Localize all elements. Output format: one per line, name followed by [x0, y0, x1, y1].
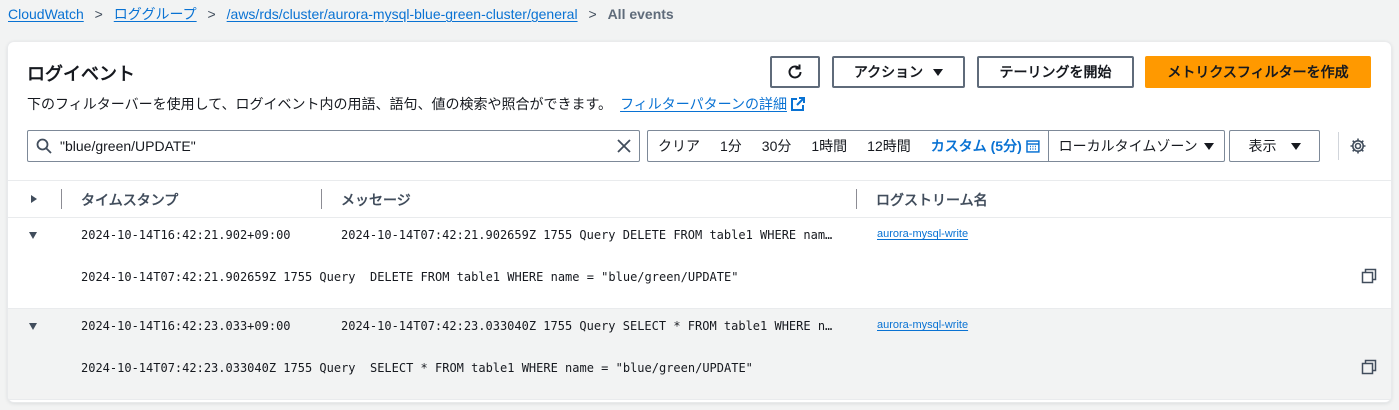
row-detail-message: 2024-10-14T07:42:21.902659Z 1755 Query D…	[81, 270, 739, 284]
search-value: "blue/green/UPDATE"	[60, 138, 196, 154]
caret-down-icon	[933, 68, 944, 76]
close-icon[interactable]	[615, 137, 633, 155]
tailing-label: テーリングを開始	[999, 64, 1112, 80]
divider	[1338, 132, 1339, 160]
actions-label: アクション	[853, 64, 924, 80]
create-filter-label: メトリクスフィルターを作成	[1167, 64, 1349, 80]
breadcrumb-log-groups[interactable]: ロググループ	[114, 4, 197, 24]
breadcrumb: CloudWatch > ロググループ > /aws/rds/cluster/a…	[8, 4, 674, 24]
start-tailing-button[interactable]: テーリングを開始	[977, 56, 1134, 88]
collapse-icon[interactable]	[29, 232, 37, 239]
row-timestamp: 2024-10-14T16:42:23.033+09:00	[81, 319, 291, 333]
column-header-log-stream[interactable]: ログストリーム名	[876, 190, 988, 210]
table-row[interactable]: 2024-10-14T16:42:21.902+09:00 2024-10-14…	[8, 218, 1391, 309]
gear-icon[interactable]	[1349, 137, 1367, 155]
time-clear[interactable]: クリア	[648, 136, 710, 156]
copy-icon[interactable]	[1361, 268, 1377, 284]
calendar-icon[interactable]	[1025, 139, 1040, 153]
time-range-selector: クリア 1分 30分 1時間 12時間 カスタム (5分) ローカルタイムゾーン	[647, 130, 1225, 162]
time-option-1h[interactable]: 1時間	[801, 136, 857, 156]
breadcrumb-log-group[interactable]: /aws/rds/cluster/aurora-mysql-blue-green…	[227, 6, 578, 22]
chevron-right-icon: >	[588, 6, 597, 22]
breadcrumb-current: All events	[607, 6, 674, 22]
panel-description: 下のフィルターバーを使用して、ログイベント内の用語、語句、値の検索や照合ができま…	[27, 94, 805, 114]
table-row[interactable]: 2024-10-14T16:42:23.033+09:00 2024-10-14…	[8, 309, 1391, 400]
time-option-custom[interactable]: カスタム (5分)	[921, 136, 1026, 156]
row-detail-message: 2024-10-14T07:42:23.033040Z 1755 Query S…	[81, 361, 753, 375]
display-button[interactable]: 表示	[1229, 130, 1320, 162]
row-timestamp: 2024-10-14T16:42:21.902+09:00	[81, 228, 291, 242]
caret-down-icon	[1204, 142, 1214, 150]
external-link-icon	[790, 97, 805, 111]
timezone-label: ローカルタイムゾーン	[1058, 138, 1198, 154]
row-message: 2024-10-14T07:42:23.033040Z 1755 Query S…	[341, 319, 833, 333]
breadcrumb-cloudwatch[interactable]: CloudWatch	[8, 6, 84, 22]
row-message: 2024-10-14T07:42:21.902659Z 1755 Query D…	[341, 228, 833, 242]
log-stream-link[interactable]: aurora-mysql-write	[877, 319, 968, 331]
actions-button[interactable]: アクション	[832, 56, 965, 88]
display-label: 表示	[1248, 138, 1277, 154]
log-events-panel: ログイベント 下のフィルターバーを使用して、ログイベント内の用語、語句、値の検索…	[8, 42, 1391, 402]
time-option-1m[interactable]: 1分	[710, 136, 752, 156]
table-header: タイムスタンプ メッセージ ログストリーム名	[8, 180, 1391, 218]
refresh-icon	[788, 64, 802, 79]
time-option-12h[interactable]: 12時間	[857, 136, 921, 156]
page-title: ログイベント	[27, 64, 135, 84]
collapse-icon[interactable]	[29, 323, 37, 330]
expand-all-icon[interactable]	[31, 195, 37, 203]
create-metric-filter-button[interactable]: メトリクスフィルターを作成	[1145, 56, 1371, 88]
chevron-right-icon: >	[94, 6, 103, 22]
copy-icon[interactable]	[1361, 359, 1377, 375]
chevron-right-icon: >	[207, 6, 216, 22]
column-divider	[321, 189, 322, 209]
column-divider	[61, 189, 62, 209]
column-header-message[interactable]: メッセージ	[341, 190, 411, 210]
column-divider	[856, 189, 857, 209]
description-text: 下のフィルターバーを使用して、ログイベント内の用語、語句、値の検索や照合ができま…	[27, 96, 613, 112]
timezone-select[interactable]: ローカルタイムゾーン	[1049, 136, 1224, 156]
log-stream-link[interactable]: aurora-mysql-write	[877, 228, 968, 240]
time-option-30m[interactable]: 30分	[752, 136, 802, 156]
refresh-button[interactable]	[770, 56, 820, 88]
filter-pattern-link[interactable]: フィルターパターンの詳細	[620, 94, 787, 114]
search-input[interactable]: "blue/green/UPDATE"	[27, 130, 640, 162]
search-icon	[36, 138, 52, 154]
caret-down-icon	[1290, 142, 1301, 150]
column-header-timestamp[interactable]: タイムスタンプ	[81, 190, 178, 210]
